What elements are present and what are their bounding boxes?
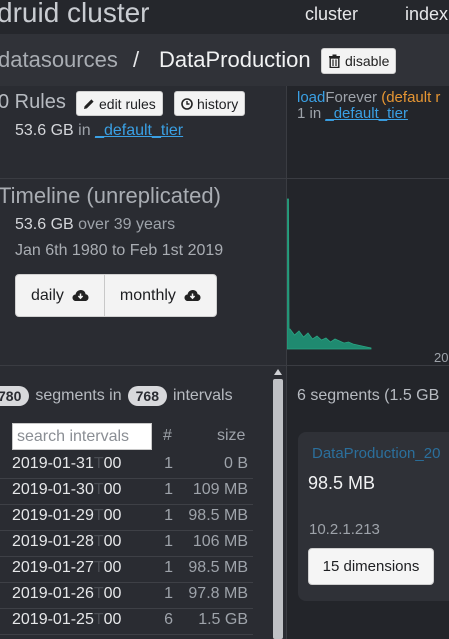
timeline-range: Jan 6th 1980 to Feb 1st 2019 [15,242,224,259]
edit-rules-label: edit rules [99,95,156,112]
row-size: 109 MB [192,481,248,498]
pencil-icon [84,98,94,109]
row-count: 1 [164,559,173,576]
breadcrumb-datasources[interactable]: datasources [0,47,118,73]
cloud-download-icon [184,290,201,301]
intervals-word: intervals [172,387,233,404]
replicant-tier-link[interactable]: _default_tier [325,105,408,122]
table-row[interactable]: 2019-01-31T00 1 0 B [0,453,253,479]
row-interval: 2019-01-31T00 [12,455,122,472]
replicant-count: 1 [297,105,306,122]
monthly-label: monthly [119,286,176,304]
row-size: 0 B [223,455,248,472]
row-size: 1.5 GB [198,611,248,628]
column-header-size[interactable]: size [217,427,245,445]
cloud-download-icon [72,290,89,301]
row-size: 98.5 MB [188,559,248,576]
segments-word: segments in [35,387,122,404]
trash-icon [329,54,340,68]
section-divider [0,365,449,366]
page-title: DataProduction [159,47,311,72]
row-size: 97.8 MB [188,585,248,602]
rules-in: in [78,122,91,139]
timeline-size-line: 53.6 GB over 39 years [15,216,175,234]
load-rule-line: loadForever (default r [297,89,440,106]
segment-count-badge: 780 [0,386,30,406]
row-interval: 2019-01-27T00 [12,559,122,576]
timeline-span: over 39 years [78,216,176,233]
nav-indexing[interactable]: index [405,4,448,25]
row-interval: 2019-01-29T00 [12,507,122,524]
timeline-axis-tick: 20 [434,350,449,365]
table-row[interactable]: 2019-01-28T00 1 106 MB [0,531,253,557]
search-intervals-input[interactable] [12,423,152,450]
row-separator [0,634,253,635]
timeline-series [287,198,372,350]
row-interval: 2019-01-26T00 [12,585,122,602]
nav-cluster[interactable]: cluster [305,4,358,25]
table-row[interactable]: 2019-01-26T00 1 97.8 MB [0,583,253,609]
row-size: 98.5 MB [188,507,248,524]
row-count: 6 [164,611,173,628]
load-rule-type: load [297,89,326,106]
app-title[interactable]: druid cluster [0,0,150,29]
history-button[interactable]: history [174,91,246,116]
rules-tier-line: 53.6 GB in _default_tier [15,122,183,140]
timeline-title: Timeline (unreplicated) [0,183,221,208]
scrollbar-thumb[interactable] [273,379,283,639]
timeline-size: 53.6 GB [15,216,74,233]
row-count: 1 [164,585,173,602]
table-row[interactable]: 2019-01-25T00 6 1.5 GB [0,609,253,635]
disable-button[interactable]: disable [321,48,397,74]
dimensions-button[interactable]: 15 dimensions [308,548,434,585]
clock-icon [181,97,193,110]
daily-label: daily [31,286,64,304]
row-interval: 2019-01-25T00 [12,611,122,628]
breadcrumb-separator: / [133,47,140,72]
row-count: 1 [164,455,173,472]
segment-card-title[interactable]: DataProduction_20 [312,445,440,462]
history-label: history [197,95,239,112]
load-replicants-line: 1 in _default_tier [297,105,408,122]
rules-title: 0 Rules [0,91,66,113]
replicant-in: in [309,105,322,122]
rules-tier-link[interactable]: _default_tier [95,122,183,139]
monthly-button[interactable]: monthly [103,275,216,316]
table-row[interactable]: 2019-01-29T00 1 98.5 MB [0,505,253,531]
segments-summary: 780 segments in 768 intervals [0,386,233,406]
interval-count-badge: 768 [127,386,167,406]
row-count: 1 [164,533,173,550]
disable-label: disable [345,53,390,69]
rules-size: 53.6 GB [15,122,74,139]
row-interval: 2019-01-30T00 [12,481,122,498]
row-size: 106 MB [192,533,248,550]
row-interval: 2019-01-28T00 [12,533,122,550]
granularity-toggle: daily monthly [15,274,217,317]
edit-rules-button[interactable]: edit rules [76,91,163,116]
load-rule-default: (default r [381,89,441,106]
segment-card-size: 98.5 MB [308,473,376,493]
selected-interval-summary: 6 segments (1.5 GB [297,387,440,404]
row-count: 1 [164,507,173,524]
daily-button[interactable]: daily [16,275,104,316]
table-row[interactable]: 2019-01-27T00 1 98.5 MB [0,557,253,583]
column-header-count[interactable]: # [163,427,172,445]
timeline-chart[interactable] [287,179,449,365]
table-row[interactable]: 2019-01-30T00 1 109 MB [0,479,253,505]
load-rule-period: Forever [325,89,378,106]
row-count: 1 [164,481,173,498]
segment-card-host: 10.2.1.213 [309,521,380,538]
scroll-up-arrow[interactable] [274,369,282,375]
